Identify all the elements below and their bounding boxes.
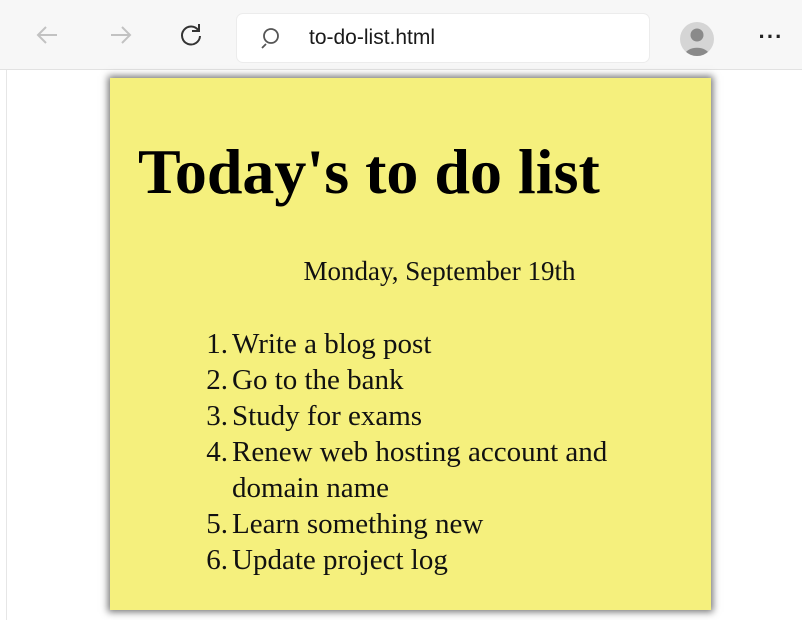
search-icon	[261, 28, 279, 49]
list-item: 5. Learn something new	[194, 506, 634, 542]
date-text: Monday, September 19th	[303, 256, 576, 286]
sticky-note: Today's to do list Monday, September 19t…	[110, 78, 711, 610]
profile-avatar[interactable]	[680, 22, 714, 56]
more-icon: ···	[758, 24, 784, 49]
item-number: 4.	[206, 436, 228, 468]
viewport-edge	[6, 70, 7, 620]
arrow-right-icon	[111, 26, 132, 44]
item-text: Update project log	[232, 544, 448, 576]
list-item: 3. Study for exams	[194, 398, 634, 434]
url-text[interactable]: to-do-list.html	[309, 26, 435, 50]
item-number: 1.	[206, 328, 228, 360]
reload-button[interactable]	[174, 18, 208, 52]
arrow-left-icon	[36, 26, 57, 44]
list-item: 2. Go to the bank	[194, 362, 634, 398]
more-menu-button[interactable]: ···	[754, 20, 788, 54]
item-number: 6.	[206, 544, 228, 576]
todo-list: 1. Write a blog post 2. Go to the bank 3…	[194, 326, 634, 578]
address-bar[interactable]: to-do-list.html	[237, 14, 649, 62]
page-title: Today's to do list	[138, 136, 600, 207]
item-text: Renew web hosting account and domain nam…	[232, 436, 608, 504]
list-item: 6. Update project log	[194, 542, 634, 578]
item-text: Write a blog post	[232, 328, 432, 360]
person-icon	[684, 28, 710, 56]
item-text: Go to the bank	[232, 364, 404, 396]
list-item: 4. Renew web hosting account and domain …	[194, 434, 634, 506]
forward-button[interactable]	[104, 18, 138, 52]
item-number: 2.	[206, 364, 228, 396]
reload-icon	[181, 24, 201, 46]
item-number: 5.	[206, 508, 228, 540]
item-number: 3.	[206, 400, 228, 432]
item-text: Study for exams	[232, 400, 423, 432]
back-button[interactable]	[30, 18, 64, 52]
item-text: Learn something new	[232, 508, 484, 540]
list-item: 1. Write a blog post	[194, 326, 634, 362]
browser-toolbar: to-do-list.html ···	[0, 0, 802, 70]
